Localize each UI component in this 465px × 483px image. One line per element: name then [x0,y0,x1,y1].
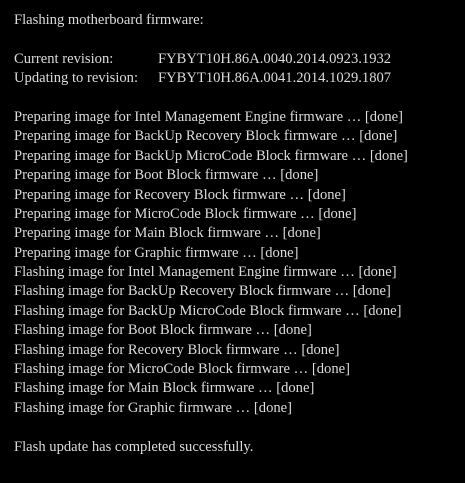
completion-message: Flash update has completed successfully. [14,438,254,455]
current-revision-value: FYBYT10H.86A.0040.2014.0923.1932 [158,50,392,67]
log-line: Flashing image for Main Block firmware …… [14,380,315,397]
log-line: Preparing image for Boot Block firmware … [14,167,319,184]
log-line: Flashing image for BackUp MicroCode Bloc… [14,302,402,319]
log-line: Preparing image for Main Block firmware … [14,225,321,242]
log-line: Preparing image for Recovery Block firmw… [14,186,346,203]
updating-revision-label: Updating to revision: [14,70,139,87]
log-line: Preparing image for BackUp Recovery Bloc… [14,128,398,145]
console-title: Flashing motherboard firmware: [14,12,204,28]
log-line: Flashing image for MicroCode Block firmw… [14,361,350,378]
log-line: Preparing image for MicroCode Block firm… [14,205,357,222]
log-line: Flashing image for BackUp Recovery Block… [14,283,391,300]
log-line: Flashing image for Boot Block firmware …… [14,322,312,339]
flash-log: Preparing image for Intel Management Eng… [14,108,465,418]
current-revision-row: Current revision: FYBYT10H.86A.0040.2014… [14,50,465,69]
firmware-flash-console: Flashing motherboard firmware: Current r… [0,0,465,483]
log-line: Preparing image for BackUp MicroCode Blo… [14,147,408,164]
log-line: Flashing image for Recovery Block firmwa… [14,341,340,358]
log-line: Flashing image for Intel Management Engi… [14,264,397,281]
log-line: Preparing image for Intel Management Eng… [14,108,404,125]
current-revision-label: Current revision: [14,50,114,67]
log-line: Flashing image for Graphic firmware … [d… [14,399,293,416]
updating-revision-row: Updating to revision: FYBYT10H.86A.0041.… [14,69,465,88]
log-line: Preparing image for Graphic firmware … [… [14,244,299,261]
updating-revision-value: FYBYT10H.86A.0041.2014.1029.1807 [158,70,392,87]
